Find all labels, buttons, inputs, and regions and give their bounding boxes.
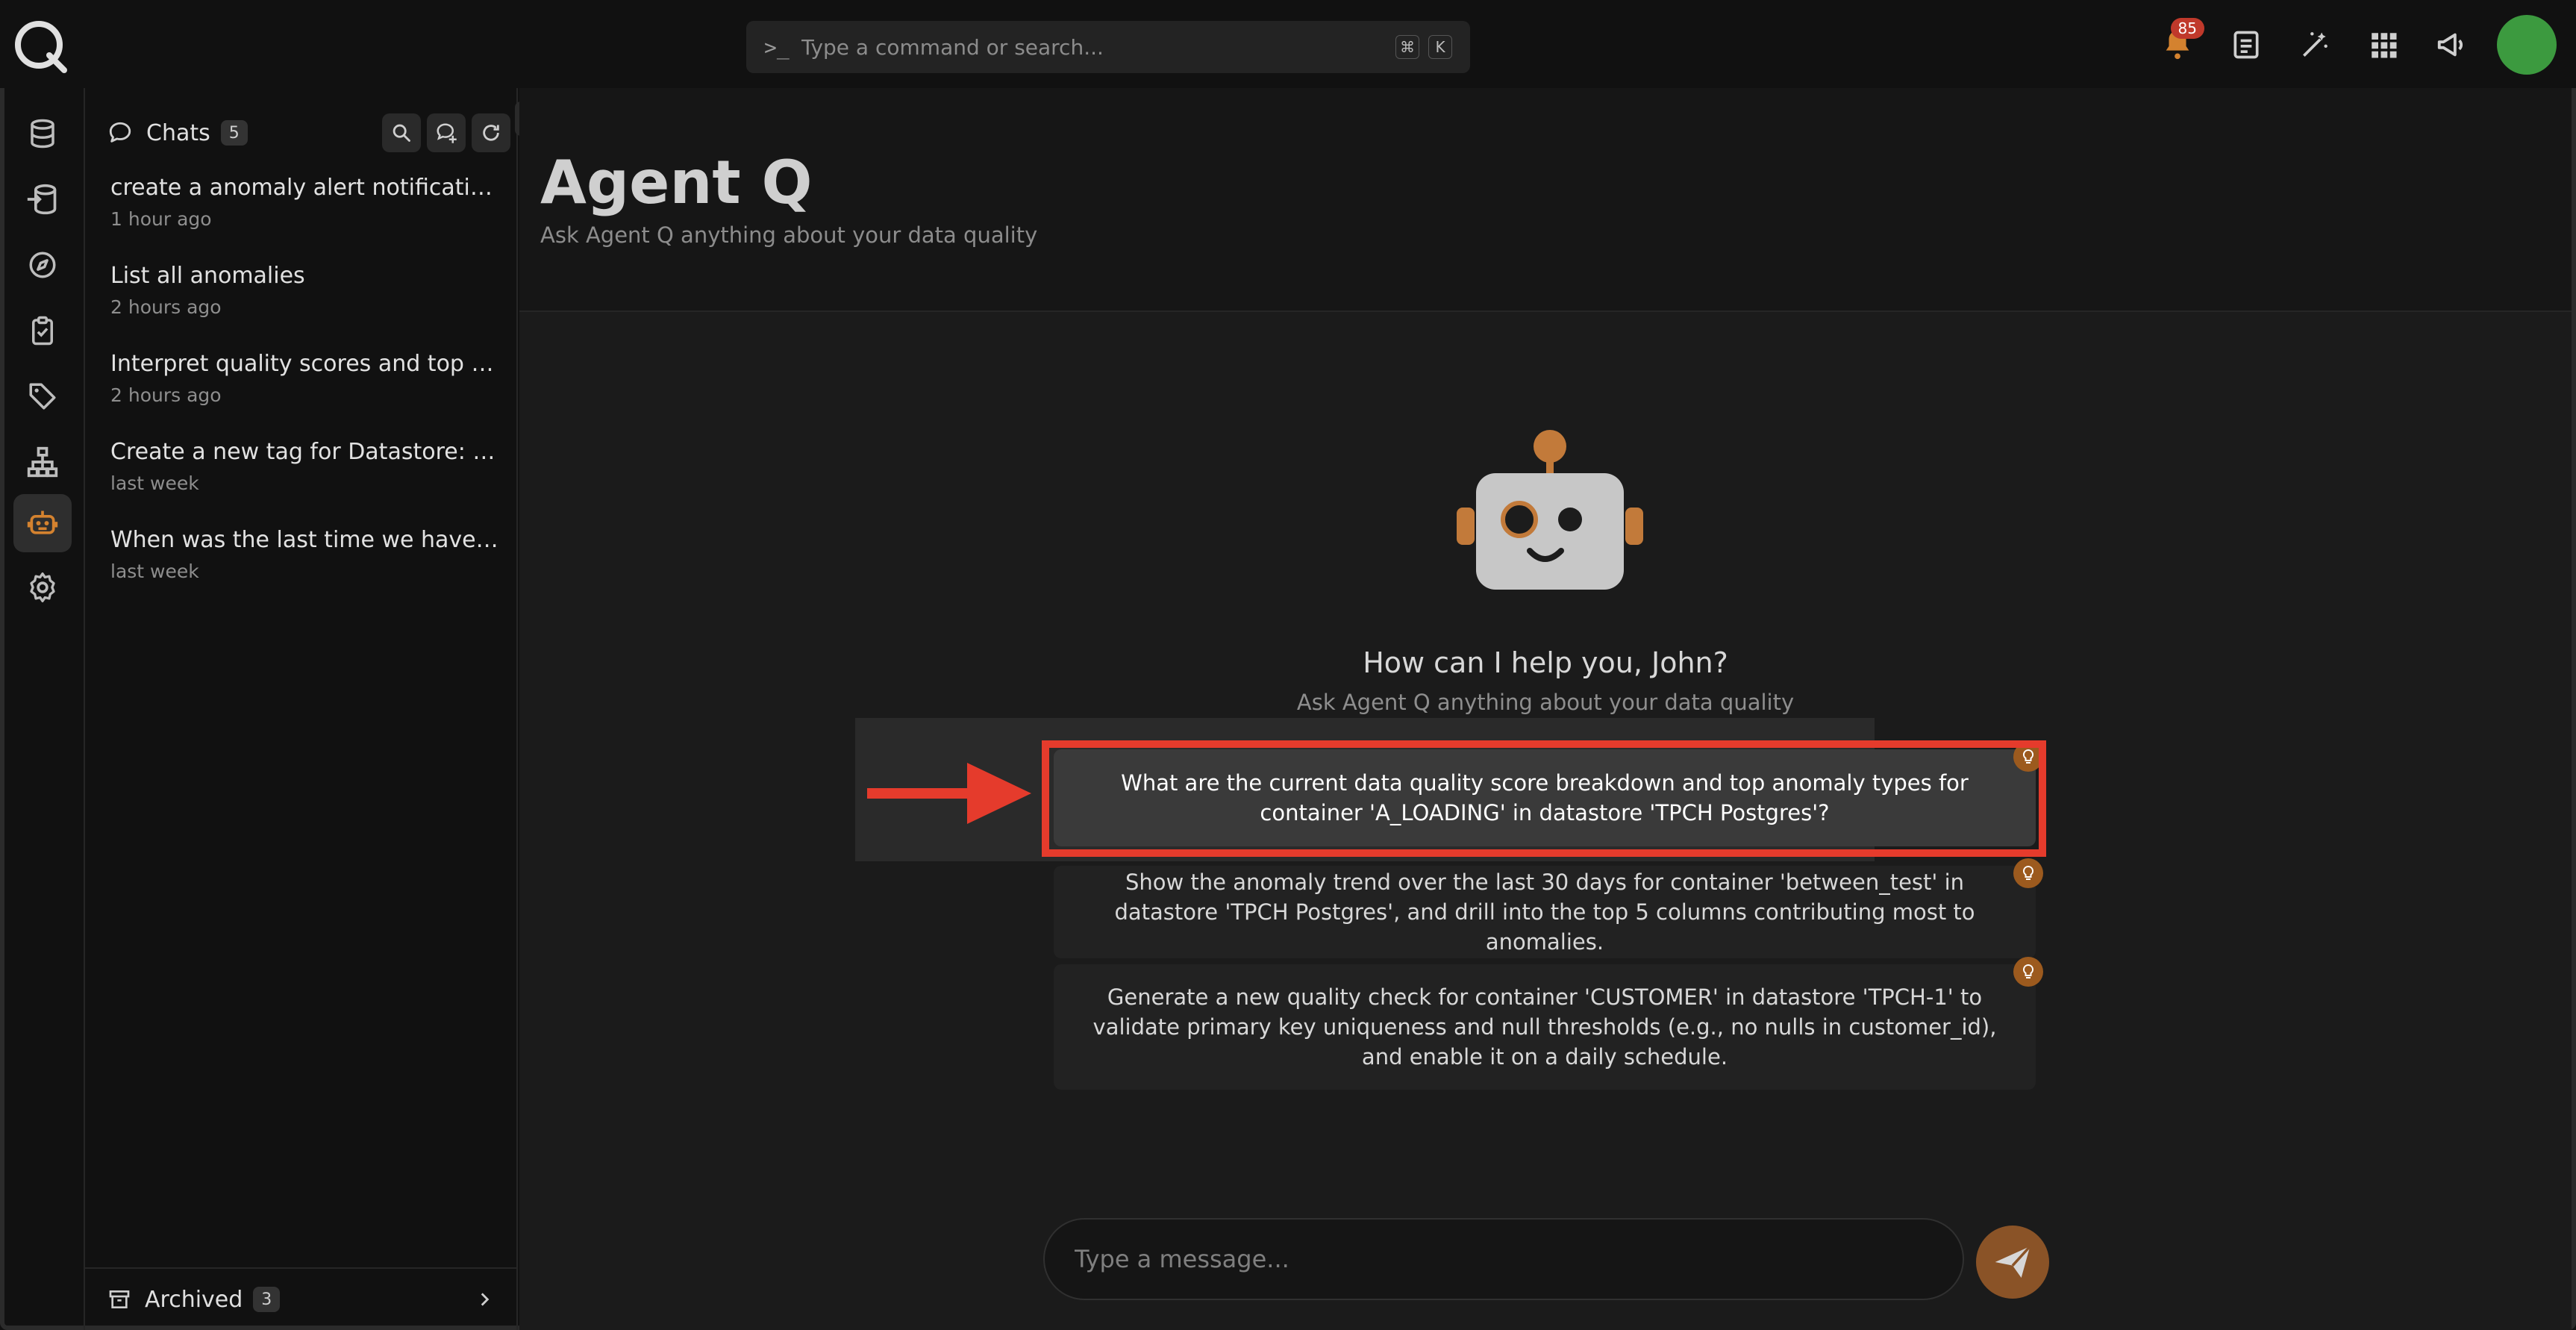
magic-wand-icon xyxy=(2303,32,2328,57)
suggestion-card[interactable]: Generate a new quality check for contain… xyxy=(1054,957,2043,1090)
nav-enrichment[interactable] xyxy=(13,170,72,228)
chat-item[interactable]: create a anomaly alert notification ... … xyxy=(110,175,498,230)
suggestion-text: Generate a new quality check for contain… xyxy=(1092,984,1997,1070)
magic-wand-button[interactable] xyxy=(2285,15,2345,75)
chat-item[interactable]: Create a new tag for Datastore: An... la… xyxy=(110,439,498,494)
nav-flows[interactable] xyxy=(13,433,72,491)
chats-header: Chats 5 xyxy=(107,102,510,164)
page-subtitle: Ask Agent Q anything about your data qua… xyxy=(540,222,1038,248)
chat-item-time: 1 hour ago xyxy=(110,208,212,230)
database-import-icon xyxy=(27,184,57,215)
chats-panel: Chats 5 create a anomaly alert notificat… xyxy=(85,88,518,1330)
main-header: Agent Q Ask Agent Q anything about your … xyxy=(519,88,2572,312)
shortcut-cmd-key: ⌘ xyxy=(1395,35,1419,59)
chat-item-title: create a anomaly alert notification ... xyxy=(110,175,498,201)
chat-item-title: List all anomalies xyxy=(110,263,305,289)
message-composer xyxy=(1043,1218,1964,1300)
nav-explore[interactable] xyxy=(13,236,72,294)
page-title: Agent Q xyxy=(540,148,813,217)
chat-bubble-icon xyxy=(109,122,131,143)
chat-item[interactable]: List all anomalies 2 hours ago xyxy=(110,263,498,318)
chat-item[interactable]: When was the last time we have an ... la… xyxy=(110,527,498,582)
new-chat-button[interactable] xyxy=(427,113,466,152)
archived-toggle[interactable]: Archived 3 xyxy=(85,1267,516,1330)
archive-icon xyxy=(109,1290,130,1308)
nav-rail xyxy=(0,88,85,1330)
notifications-badge: 85 xyxy=(2170,18,2204,39)
archived-count-badge: 3 xyxy=(253,1287,281,1312)
nav-checks[interactable] xyxy=(13,302,72,360)
lightbulb-icon xyxy=(2013,858,2043,888)
grid-icon xyxy=(2372,33,2397,58)
chat-item-title: Interpret quality scores and top an... xyxy=(110,351,498,377)
send-button[interactable] xyxy=(1976,1226,2049,1299)
agent-robot-icon xyxy=(1457,430,1643,590)
command-search-input[interactable] xyxy=(801,34,1387,60)
top-bar: >_ ⌘ K 85 xyxy=(0,0,2576,88)
terminal-icon: >_ xyxy=(764,34,790,60)
chat-item[interactable]: Interpret quality scores and top an... 2… xyxy=(110,351,498,406)
docs-button[interactable] xyxy=(2216,15,2276,75)
nav-agent-q[interactable] xyxy=(13,494,72,552)
tag-icon xyxy=(29,383,56,410)
refresh-icon xyxy=(483,125,499,141)
chats-actions xyxy=(376,113,510,152)
annotation-arrow-icon xyxy=(867,763,1031,824)
chat-item-time: last week xyxy=(110,472,199,494)
send-icon xyxy=(1995,1245,2031,1278)
nav-settings[interactable] xyxy=(13,558,72,616)
hierarchy-icon xyxy=(27,446,58,478)
refresh-chats-button[interactable] xyxy=(472,113,510,152)
shortcut-k-key: K xyxy=(1428,35,1452,59)
chat-item-title: Create a new tag for Datastore: An... xyxy=(110,439,498,465)
chat-item-title: When was the last time we have an ... xyxy=(110,527,498,553)
user-avatar[interactable] xyxy=(2497,15,2557,75)
nav-tags[interactable] xyxy=(13,367,72,425)
annotation-highlight-box xyxy=(1042,740,2046,857)
chevron-right-icon xyxy=(481,1293,490,1306)
compass-icon xyxy=(29,252,56,278)
document-icon xyxy=(2233,31,2259,59)
chats-title: Chats xyxy=(146,119,210,146)
database-icon xyxy=(31,119,54,149)
chat-item-time: 2 hours ago xyxy=(110,384,222,406)
nav-datastores[interactable] xyxy=(13,104,72,163)
notifications-button[interactable]: 85 xyxy=(2148,15,2207,75)
archived-label: Archived xyxy=(145,1286,243,1313)
suggestion-card[interactable]: Show the anomaly trend over the last 30 … xyxy=(1054,858,2043,958)
greeting: How can I help you, John? xyxy=(1363,646,1728,679)
greeting-subtitle: Ask Agent Q anything about your data qua… xyxy=(1296,690,1795,715)
suggestion-text: Show the anomaly trend over the last 30 … xyxy=(1114,870,1975,955)
main-area: Agent Q Ask Agent Q anything about your … xyxy=(519,88,2572,1330)
chat-item-time: last week xyxy=(110,561,199,582)
top-actions: 85 xyxy=(2139,15,2557,75)
lightbulb-icon xyxy=(2013,957,2043,987)
chats-count-badge: 5 xyxy=(220,120,248,146)
search-chats-button[interactable] xyxy=(382,113,421,152)
clipboard-check-icon xyxy=(32,316,53,346)
megaphone-icon xyxy=(2437,33,2463,57)
search-icon xyxy=(393,124,410,142)
new-chat-icon xyxy=(437,123,457,143)
app-logo-icon[interactable] xyxy=(10,16,70,76)
apps-grid-button[interactable] xyxy=(2354,15,2413,75)
chat-item-time: 2 hours ago xyxy=(110,296,222,318)
announcements-button[interactable] xyxy=(2422,15,2482,75)
message-input[interactable] xyxy=(1045,1220,1963,1299)
command-search[interactable]: >_ ⌘ K xyxy=(746,21,1470,73)
robot-icon xyxy=(27,511,58,534)
gear-icon xyxy=(30,572,55,602)
